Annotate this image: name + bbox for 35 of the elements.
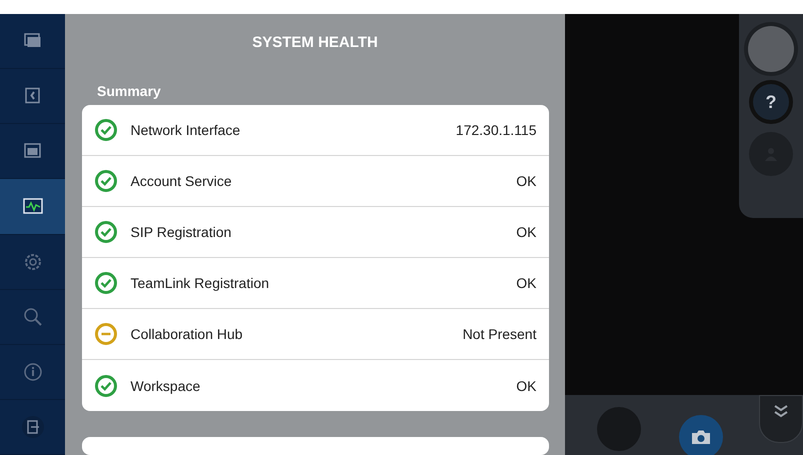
search-icon bbox=[22, 306, 42, 327]
check-circle-icon bbox=[94, 374, 116, 396]
row-label: TeamLink Registration bbox=[130, 275, 270, 291]
check-circle-icon bbox=[94, 272, 116, 294]
contact-card-icon bbox=[24, 33, 42, 50]
heartbeat-monitor-icon bbox=[22, 198, 42, 214]
row-label: Workspace bbox=[130, 378, 202, 394]
sidebar-item[interactable] bbox=[0, 179, 65, 234]
info-icon bbox=[22, 362, 42, 382]
check-circle-icon bbox=[94, 119, 116, 141]
row-value: 172.30.1.115 bbox=[456, 122, 536, 138]
row-label: SIP Registration bbox=[130, 224, 232, 240]
help-button[interactable]: ? bbox=[753, 84, 789, 120]
row-value: OK bbox=[516, 275, 536, 291]
panel-title: SYSTEM HEALTH bbox=[252, 34, 378, 51]
collapse-tab[interactable] bbox=[759, 395, 803, 443]
camera-button[interactable] bbox=[679, 415, 723, 455]
check-circle-icon bbox=[94, 170, 116, 192]
round-button[interactable] bbox=[748, 26, 794, 72]
image-icon bbox=[24, 143, 42, 160]
row-value: Not Present bbox=[462, 326, 536, 342]
chevrons-down-icon bbox=[773, 404, 789, 418]
settings-icon bbox=[22, 252, 42, 272]
row-label: Account Service bbox=[130, 173, 233, 189]
row-label: Network Interface bbox=[130, 122, 242, 138]
row-value: OK bbox=[516, 378, 536, 394]
row-value: OK bbox=[516, 224, 536, 240]
exit-icon bbox=[22, 416, 44, 438]
row-label: Collaboration Hub bbox=[130, 326, 244, 342]
check-circle-icon bbox=[94, 221, 116, 243]
book-icon bbox=[24, 87, 42, 106]
row-value: OK bbox=[516, 173, 536, 189]
section-heading: Summary bbox=[97, 83, 161, 99]
minus-circle-icon bbox=[94, 323, 116, 345]
camera-icon bbox=[691, 429, 711, 445]
